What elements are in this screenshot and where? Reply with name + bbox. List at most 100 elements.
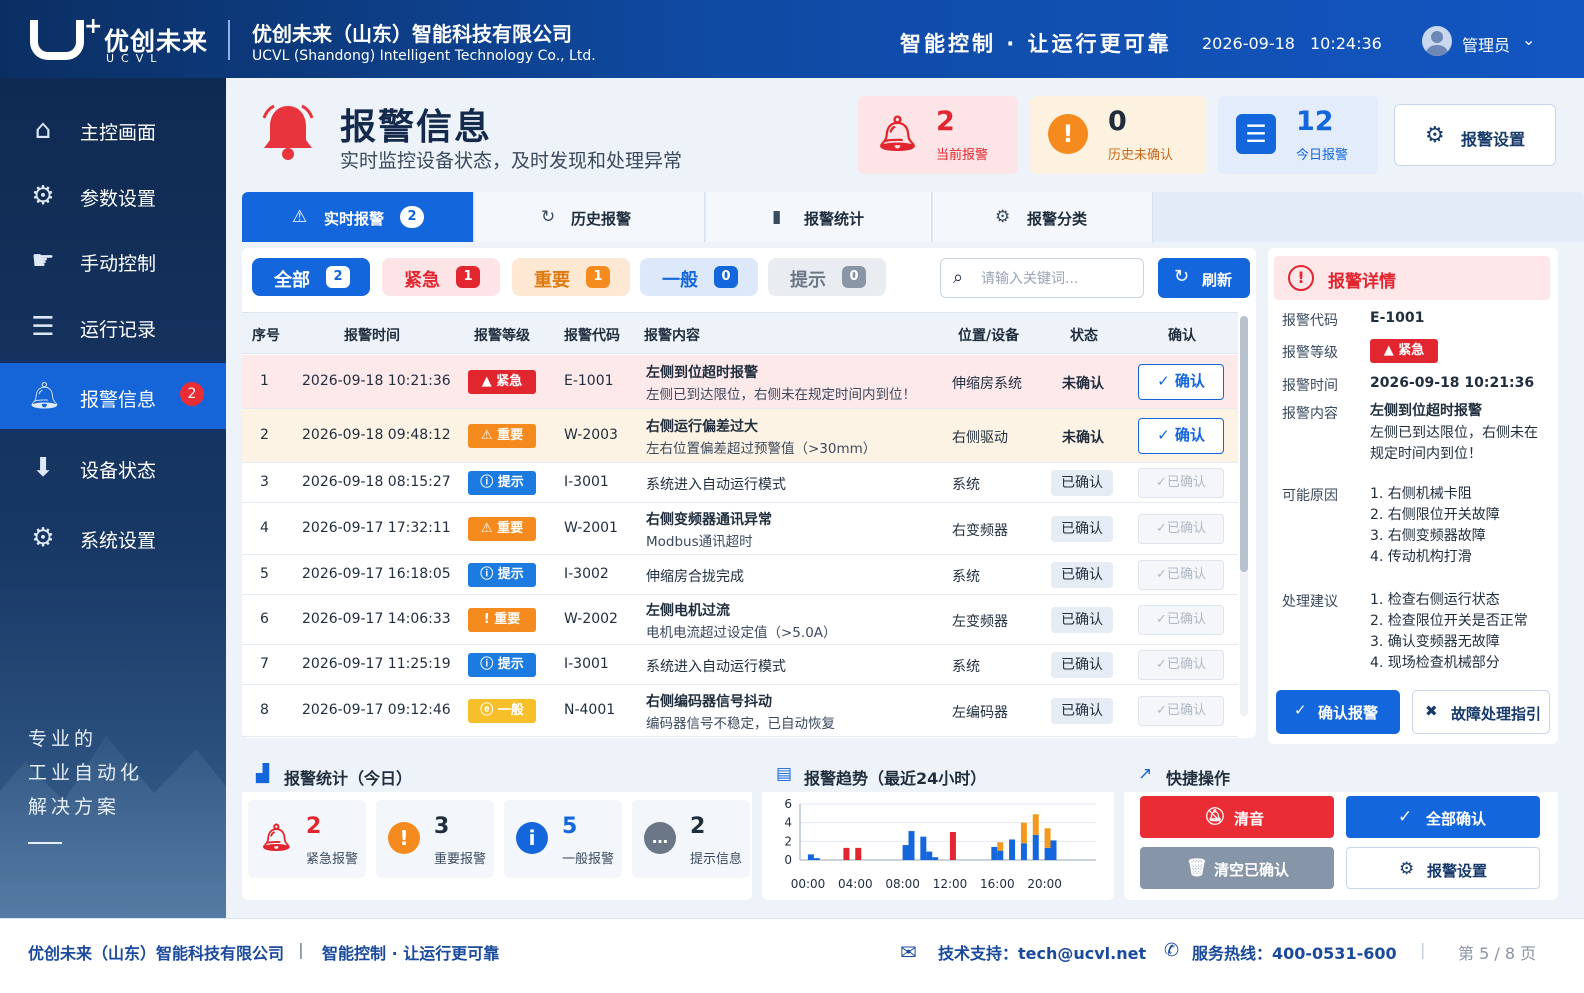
tab-categories[interactable]: ⚙ 报警分类 xyxy=(933,192,1153,242)
chevron-down-icon[interactable]: ⌄ xyxy=(1522,30,1535,49)
footer-support[interactable]: 技术支持：tech@ucvl.net xyxy=(938,940,1146,964)
trend-bar xyxy=(1020,843,1027,860)
cell-title: 右侧变频器通讯异常 xyxy=(646,512,772,528)
scrollbar-thumb[interactable] xyxy=(1240,316,1248,572)
alarm-settings-button[interactable]: ⚙ 报警设置 xyxy=(1394,104,1556,166)
current-alarms-card[interactable]: 🔔︎ 2 当前报警 xyxy=(858,96,1018,174)
tab-statistics[interactable]: ▮ 报警统计 xyxy=(706,192,932,242)
table-row[interactable]: 8 2026-09-17 09:12:46 ⓔ 一般 N-4001 右侧编码器信号抖动编… xyxy=(242,685,1238,737)
sidebar-item-label: 设备状态 xyxy=(80,460,157,482)
cell-code: W-2001 xyxy=(564,520,618,536)
x-tick-label: 00:00 xyxy=(791,877,826,891)
tab-history[interactable]: ↻ 历史报警 xyxy=(475,192,705,242)
table-scrollbar[interactable] xyxy=(1240,316,1248,716)
general-label: 一般报警 xyxy=(562,852,615,867)
level-badge: ⓘ 提示 xyxy=(468,653,536,677)
current-alarms-count: 2 xyxy=(936,106,955,137)
motto-underline xyxy=(28,842,62,844)
filter-all[interactable]: 全部 2 xyxy=(252,258,370,296)
sidebar-item-system-settings[interactable]: ⚙ 系统设置 xyxy=(0,506,226,570)
level-icon: ▲ xyxy=(481,374,492,389)
table-row[interactable]: 2 2026-09-18 09:48:12 ⚠ 重要 W-2003 右侧运行偏差过大 左右… xyxy=(242,409,1238,463)
row-confirm-button[interactable]: ✓ 确认 xyxy=(1138,418,1224,454)
level-text: 重要 xyxy=(497,521,524,536)
sidebar-item-records[interactable]: ☰ 运行记录 xyxy=(0,295,226,359)
confirm-all-button[interactable]: ✓ 全部确认 xyxy=(1346,796,1540,838)
alarm-table-panel: 全部 2 紧急 1 重要 1 一般 0 提示 0 ⌕ ↻ 刷新 序号 报警时 xyxy=(242,248,1256,738)
bell-icon: 🔔︎ xyxy=(28,381,62,411)
clear-confirmed-label: 清空已确认 xyxy=(1214,861,1290,879)
table-row[interactable]: 3 2026-09-18 08:15:27 ⓘ 提示 I-3001 系统进入自动运行模式… xyxy=(242,463,1238,503)
sidebar-item-device-status[interactable]: ⬇ 设备状态 xyxy=(0,436,226,500)
sidebar-item-manual[interactable]: ☛ 手动控制 xyxy=(0,229,226,293)
filter-label: 提示 xyxy=(790,270,826,291)
filter-urgent[interactable]: 紧急 1 xyxy=(382,258,500,296)
detail-content-desc: 左侧已到达限位，右侧未在规定时间内到位！ xyxy=(1370,425,1538,462)
cell-code: N-4001 xyxy=(564,702,616,718)
cell-code: W-2003 xyxy=(564,427,618,443)
status-confirmed: 已确认 xyxy=(1051,516,1113,542)
sidebar-motto: 专业的 工业自动化 解决方案 xyxy=(28,722,143,824)
trend-panel: ▤ 报警趋势（最近24小时） 6 4 2 0 00:00 04:00 08:00 12:00 1… xyxy=(762,756,1114,900)
table-row[interactable]: 4 2026-09-17 17:32:11 ⚠ 重要 W-2001 右侧变频器通讯异常 M… xyxy=(242,503,1238,555)
mute-button[interactable]: 🔕︎ 清音 xyxy=(1140,796,1334,838)
trend-bar xyxy=(908,831,915,860)
unconfirmed-card[interactable]: ! 0 历史未确认 xyxy=(1030,96,1206,174)
table-row[interactable]: 1 2026-09-18 10:21:36 ▲ 紧急 E-1001 左侧到位超时报警 左侧… xyxy=(242,355,1238,409)
trend-bar xyxy=(920,836,927,860)
trend-bar xyxy=(926,851,933,860)
search-input[interactable] xyxy=(981,268,1137,290)
hint-count: 2 xyxy=(690,814,706,839)
sidebar-item-label: 参数设置 xyxy=(80,188,157,210)
filter-hint[interactable]: 提示 0 xyxy=(768,258,886,296)
table-row[interactable]: 5 2026-09-17 16:18:05 ⓘ 提示 I-3002 伸缩房合拢完成 系统 已… xyxy=(242,555,1238,595)
row-confirm-button[interactable]: ✓ 确认 xyxy=(1138,364,1224,400)
mute-bell-icon: 🔕︎ xyxy=(1204,807,1226,827)
today-alarms-count: 12 xyxy=(1296,106,1334,137)
trend-bar xyxy=(991,846,998,860)
today-alarms-card[interactable]: ☰ 12 今日报警 xyxy=(1218,96,1378,174)
row-confirmed-button: ✓已确认 xyxy=(1138,696,1224,726)
cause-item: 4. 传动机构打滑 xyxy=(1370,549,1472,565)
quick-alarm-settings-label: 报警设置 xyxy=(1427,862,1488,880)
sidebar-item-label: 报警信息 xyxy=(80,389,157,411)
fault-guide-button[interactable]: ✖ 故障处理指引 xyxy=(1412,690,1550,734)
clear-confirmed-button[interactable]: 🗑︎ 清空已确认 xyxy=(1140,847,1334,889)
tab-label: 历史报警 xyxy=(571,210,632,228)
x-tick-label: 08:00 xyxy=(885,877,920,891)
logo-plus: + xyxy=(84,14,103,39)
cell-desc: 左右位置偏差超过预警值（>30mm） xyxy=(646,441,877,457)
status-unconfirmed: 未确认 xyxy=(1062,430,1104,446)
table-row[interactable]: 7 2026-09-17 11:25:19 ⓘ 提示 I-3001 系统进入自动运行模式… xyxy=(242,645,1238,685)
today-alarms-label: 今日报警 xyxy=(1296,148,1349,163)
sidebar-item-alarms[interactable]: 🔔︎ 报警信息 2 xyxy=(0,363,226,429)
cause-item: 1. 右侧机械卡阻 xyxy=(1370,486,1472,502)
detail-level-label: 报警等级 xyxy=(1282,345,1338,361)
sidebar-item-main[interactable]: ⌂ 主控画面 xyxy=(0,98,226,162)
filter-important[interactable]: 重要 1 xyxy=(512,258,630,296)
confirm-alarm-button[interactable]: ✓ 确认报警 xyxy=(1276,690,1400,734)
status-confirmed: 已确认 xyxy=(1051,470,1113,496)
table-row[interactable]: 6 2026-09-17 14:06:33! 重要 W-2002 左侧电机过流 电机电流… xyxy=(242,595,1238,645)
user-name[interactable]: 管理员 xyxy=(1462,32,1510,56)
x-tick-label: 04:00 xyxy=(838,877,873,891)
cell-location: 伸缩房系统 xyxy=(952,376,1022,392)
quick-alarm-settings-button[interactable]: ⚙ 报警设置 xyxy=(1346,847,1540,889)
general-count: 5 xyxy=(562,814,578,839)
line-chart-icon: ↗ xyxy=(1138,764,1153,784)
user-avatar[interactable] xyxy=(1422,26,1452,56)
log-icon: ☰ xyxy=(31,312,55,342)
cell-desc: 左侧已到达限位，右侧未在规定时间内到位！ xyxy=(646,387,916,403)
filter-general[interactable]: 一般 0 xyxy=(640,258,758,296)
gear-icon: ⚙ xyxy=(1399,859,1415,879)
general-stat: i 5 一般报警 xyxy=(504,800,622,878)
category-icon: ⚙ xyxy=(995,207,1011,227)
refresh-button[interactable]: ↻ 刷新 xyxy=(1158,258,1250,298)
detail-causes: 1. 右侧机械卡阻 2. 右侧限位开关故障 3. 右侧变频器故障 4. 传动机构… xyxy=(1370,484,1500,568)
cell-code: I-3002 xyxy=(564,566,609,582)
sidebar-item-parameters[interactable]: ⚙ 参数设置 xyxy=(0,164,226,228)
cell-location: 系统 xyxy=(952,569,980,585)
tab-realtime[interactable]: ⚠ 实时报警 2 xyxy=(242,192,474,242)
cell-location: 右侧驱动 xyxy=(952,430,1008,446)
confirm-all-label: 全部确认 xyxy=(1426,810,1487,828)
